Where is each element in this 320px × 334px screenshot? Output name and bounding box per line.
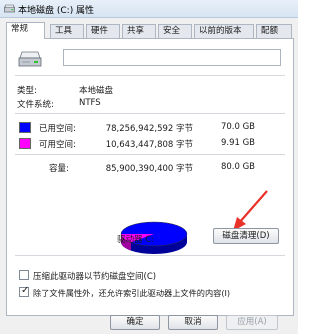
- capacity-bytes: 85,900,390,400 字节: [105, 164, 193, 174]
- tab-tools[interactable]: 工具: [50, 24, 84, 38]
- free-space-size: 9.91 GB: [220, 138, 255, 148]
- tab-strip: 常规 工具 硬件 共享 安全 以前的版本 配额: [6, 22, 294, 39]
- used-space-size: 70.0 GB: [220, 122, 255, 132]
- properties-dialog: 常规 工具 硬件 共享 安全 以前的版本 配额 类型: 本地磁盘 文件系统: N…: [0, 18, 298, 334]
- capacity-size: 80.0 GB: [220, 162, 255, 172]
- compress-checkbox[interactable]: [19, 270, 29, 280]
- type-value: 本地磁盘: [79, 86, 114, 96]
- title-bar: 本地磁盘 (C:) 属性: [0, 0, 298, 18]
- tab-general[interactable]: 常规: [6, 22, 45, 39]
- tab-previous-versions[interactable]: 以前的版本: [194, 24, 254, 38]
- disk-cleanup-button[interactable]: 磁盘清理(D): [213, 228, 279, 244]
- annotation-arrow: [233, 190, 268, 231]
- apply-button[interactable]: 应用(A): [226, 315, 278, 330]
- divider: [15, 75, 285, 76]
- used-space-swatch: [19, 122, 31, 133]
- cancel-button[interactable]: 取消: [168, 315, 218, 330]
- drive-letter-label: 驱动器 C:: [117, 235, 155, 245]
- used-space-bytes: 78,256,942,592 字节: [105, 124, 193, 134]
- index-label: 除了文件属性外，还允许索引此驱动器上文件的内容(I): [33, 288, 231, 298]
- index-checkbox[interactable]: ✓: [19, 285, 30, 297]
- tab-security[interactable]: 安全: [158, 24, 192, 38]
- divider: [15, 255, 285, 256]
- compress-label: 压缩此驱动器以节约磁盘空间(C): [33, 272, 157, 282]
- drive-icon: [4, 4, 15, 13]
- file-system-value: NTFS: [79, 98, 101, 108]
- general-panel: 类型: 本地磁盘 文件系统: NTFS 已用空间: 78,256,942,592…: [6, 38, 294, 316]
- checkmark-icon: ✓: [21, 285, 30, 296]
- tab-sharing[interactable]: 共享: [122, 24, 156, 38]
- divider: [15, 154, 285, 155]
- type-label: 类型:: [17, 86, 37, 96]
- drive-name-input[interactable]: [63, 49, 281, 66]
- capacity-label: 容量:: [49, 164, 69, 174]
- divider: [15, 113, 285, 114]
- used-space-label: 已用空间:: [39, 124, 76, 134]
- free-space-bytes: 10,643,447,808 字节: [105, 140, 193, 150]
- free-space-swatch: [19, 138, 31, 149]
- tab-hardware[interactable]: 硬件: [86, 24, 120, 38]
- drive-icon: [18, 51, 42, 67]
- tab-quota[interactable]: 配额: [256, 24, 292, 38]
- file-system-label: 文件系统:: [17, 100, 54, 110]
- ok-button[interactable]: 确定: [110, 315, 160, 330]
- window-title: 本地磁盘 (C:) 属性: [18, 6, 95, 16]
- free-space-label: 可用空间:: [39, 140, 76, 150]
